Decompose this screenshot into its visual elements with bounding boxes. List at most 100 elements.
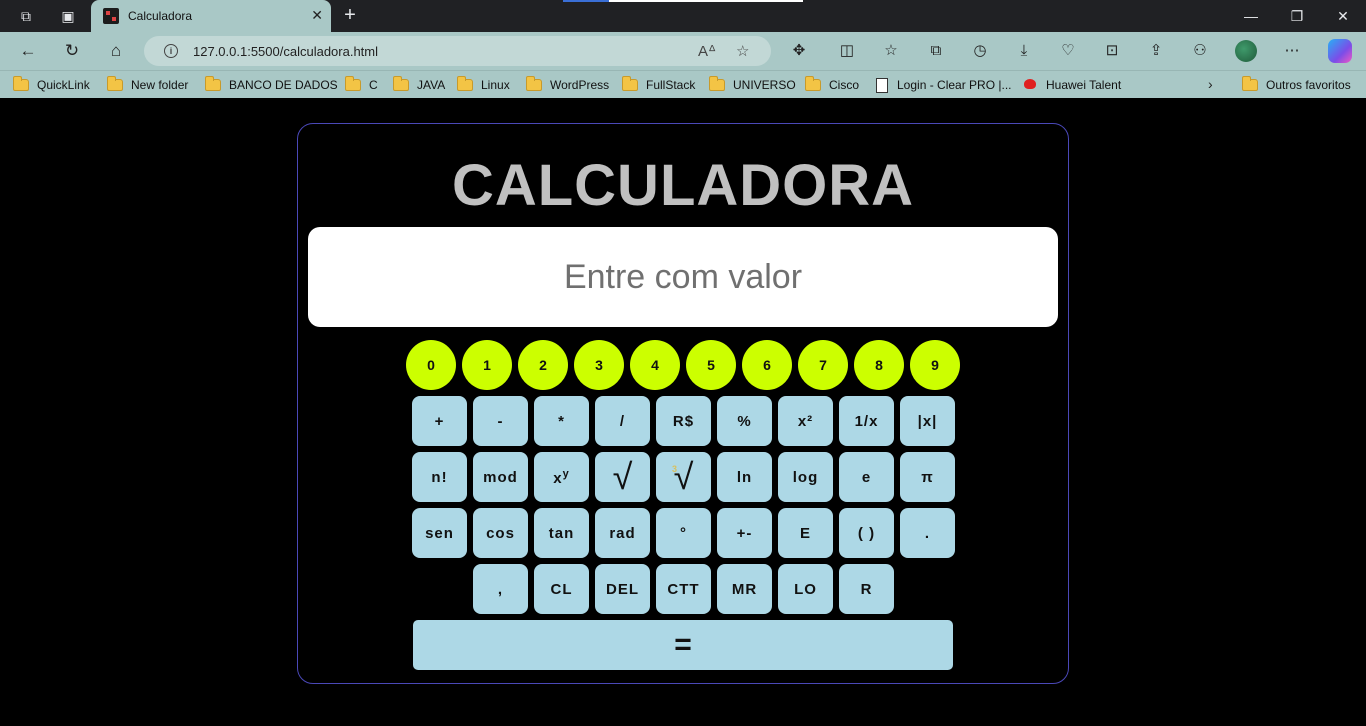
reciprocal-button[interactable]: 1/x: [839, 396, 894, 446]
collections-icon[interactable]: ⧉: [926, 41, 946, 61]
ln-button[interactable]: ln: [717, 452, 772, 502]
tab-actions-icon[interactable]: ▣: [58, 6, 78, 26]
rad-button[interactable]: rad: [595, 508, 650, 558]
bookmark-banco-de-dados[interactable]: BANCO DE DADOS: [205, 76, 338, 94]
exponent-e-button[interactable]: E: [778, 508, 833, 558]
degree-button[interactable]: °: [656, 508, 711, 558]
folder-icon: [107, 76, 123, 91]
favorite-star-icon[interactable]: ☆: [736, 42, 749, 60]
performance-icon[interactable]: ♡: [1058, 41, 1078, 61]
add-button[interactable]: +: [412, 396, 467, 446]
bookmark-quicklink[interactable]: QuickLink: [13, 76, 90, 94]
power-button[interactable]: xy: [534, 452, 589, 502]
bookmark-linux[interactable]: Linux: [457, 76, 510, 94]
digit-3-button[interactable]: 3: [574, 340, 624, 390]
digit-8-button[interactable]: 8: [854, 340, 904, 390]
site-info-icon[interactable]: i: [164, 44, 178, 58]
address-bar[interactable]: i 127.0.0.1:5500/calculadora.html Aᐞ ☆: [144, 36, 771, 66]
cos-button[interactable]: cos: [473, 508, 528, 558]
comma-button[interactable]: ,: [473, 564, 528, 614]
digit-6-button[interactable]: 6: [742, 340, 792, 390]
tab-calculadora[interactable]: Calculadora ✕: [91, 0, 331, 32]
digit-5-button[interactable]: 5: [686, 340, 736, 390]
favorites-icon[interactable]: ☆: [881, 41, 901, 61]
factorial-button[interactable]: n!: [412, 452, 467, 502]
folder-icon: [526, 76, 542, 91]
memory-recall-button[interactable]: MR: [717, 564, 772, 614]
tab-title: Calculadora: [128, 9, 193, 23]
page-icon: [876, 77, 888, 93]
bookmark-fullstack[interactable]: FullStack: [622, 76, 695, 94]
workspaces-icon[interactable]: ⧉: [16, 6, 36, 26]
bookmark-java[interactable]: JAVA: [393, 76, 445, 94]
folder-icon: [709, 76, 725, 91]
clear-button[interactable]: CL: [534, 564, 589, 614]
extensions-icon[interactable]: ✥: [789, 41, 809, 61]
home-icon[interactable]: ⌂: [105, 40, 127, 62]
bookmark-c[interactable]: C: [345, 76, 378, 94]
close-window-icon[interactable]: ✕: [1335, 8, 1351, 24]
mod-button[interactable]: mod: [473, 452, 528, 502]
value-input[interactable]: [308, 227, 1058, 327]
bookmark-new-folder[interactable]: New folder: [107, 76, 188, 94]
euler-button[interactable]: e: [839, 452, 894, 502]
refresh-icon[interactable]: ↻: [61, 40, 83, 62]
log-button[interactable]: log: [778, 452, 833, 502]
cube-root-button[interactable]: 3 √: [656, 452, 711, 502]
tools-icon[interactable]: ⚇: [1190, 41, 1210, 61]
multiply-button[interactable]: *: [534, 396, 589, 446]
bookmark-universo[interactable]: UNIVERSO: [709, 76, 796, 94]
digit-9-button[interactable]: 9: [910, 340, 960, 390]
copilot-icon[interactable]: [1328, 39, 1352, 63]
calculator-panel: CALCULADORA 0 1 2 3 4 5 6 7 8 9 + - * / …: [297, 123, 1069, 684]
downloads-icon[interactable]: ⤓: [1014, 41, 1034, 61]
back-icon[interactable]: ←: [17, 40, 39, 62]
pi-button[interactable]: π: [900, 452, 955, 502]
bookmark-login-clear-pro[interactable]: Login - Clear PRO |...: [876, 76, 1012, 94]
read-aloud-icon[interactable]: Aᐞ: [698, 42, 716, 60]
digit-4-button[interactable]: 4: [630, 340, 680, 390]
tab-close-icon[interactable]: ✕: [311, 7, 323, 24]
r-button[interactable]: R: [839, 564, 894, 614]
digit-1-button[interactable]: 1: [462, 340, 512, 390]
restore-icon[interactable]: ❐: [1289, 8, 1305, 24]
currency-button[interactable]: R$: [656, 396, 711, 446]
digit-2-button[interactable]: 2: [518, 340, 568, 390]
split-screen-icon[interactable]: ◫: [837, 41, 857, 61]
absolute-button[interactable]: |x|: [900, 396, 955, 446]
delete-button[interactable]: DEL: [595, 564, 650, 614]
screenshot-icon[interactable]: ⊡: [1102, 41, 1122, 61]
address-url[interactable]: 127.0.0.1:5500/calculadora.html: [193, 44, 378, 59]
minimize-icon[interactable]: —: [1243, 8, 1259, 24]
ctt-button[interactable]: CTT: [656, 564, 711, 614]
share-icon[interactable]: ⇪: [1146, 41, 1166, 61]
bookmarks-overflow-chevron-icon[interactable]: ›: [1208, 76, 1213, 92]
lo-button[interactable]: LO: [778, 564, 833, 614]
digit-0-button[interactable]: 0: [406, 340, 456, 390]
calculator-title: CALCULADORA: [451, 153, 915, 218]
decimal-point-button[interactable]: .: [900, 508, 955, 558]
calculator-favicon-icon: [103, 8, 119, 24]
history-icon[interactable]: ◷: [970, 41, 990, 61]
bookmark-huawei-talent[interactable]: Huawei Talent: [1022, 76, 1121, 94]
percent-button[interactable]: %: [717, 396, 772, 446]
digit-7-button[interactable]: 7: [798, 340, 848, 390]
sign-toggle-button[interactable]: +-: [717, 508, 772, 558]
folder-icon: [1242, 76, 1258, 91]
bookmark-outros-favoritos[interactable]: Outros favoritos: [1242, 76, 1351, 94]
bookmark-cisco[interactable]: Cisco: [805, 76, 859, 94]
cube-root-index: 3: [672, 464, 678, 474]
sen-button[interactable]: sen: [412, 508, 467, 558]
tan-button[interactable]: tan: [534, 508, 589, 558]
square-root-button[interactable]: √: [595, 452, 650, 502]
more-options-icon[interactable]: ⋯: [1282, 41, 1302, 61]
divide-button[interactable]: /: [595, 396, 650, 446]
profile-avatar[interactable]: [1235, 40, 1257, 62]
equals-button[interactable]: =: [413, 620, 953, 670]
parentheses-button[interactable]: ( ): [839, 508, 894, 558]
new-tab-icon[interactable]: +: [340, 4, 360, 26]
browser-toolbar: ← ↻ ⌂ i 127.0.0.1:5500/calculadora.html …: [0, 32, 1366, 70]
subtract-button[interactable]: -: [473, 396, 528, 446]
square-button[interactable]: x²: [778, 396, 833, 446]
bookmark-wordpress[interactable]: WordPress: [526, 76, 609, 94]
